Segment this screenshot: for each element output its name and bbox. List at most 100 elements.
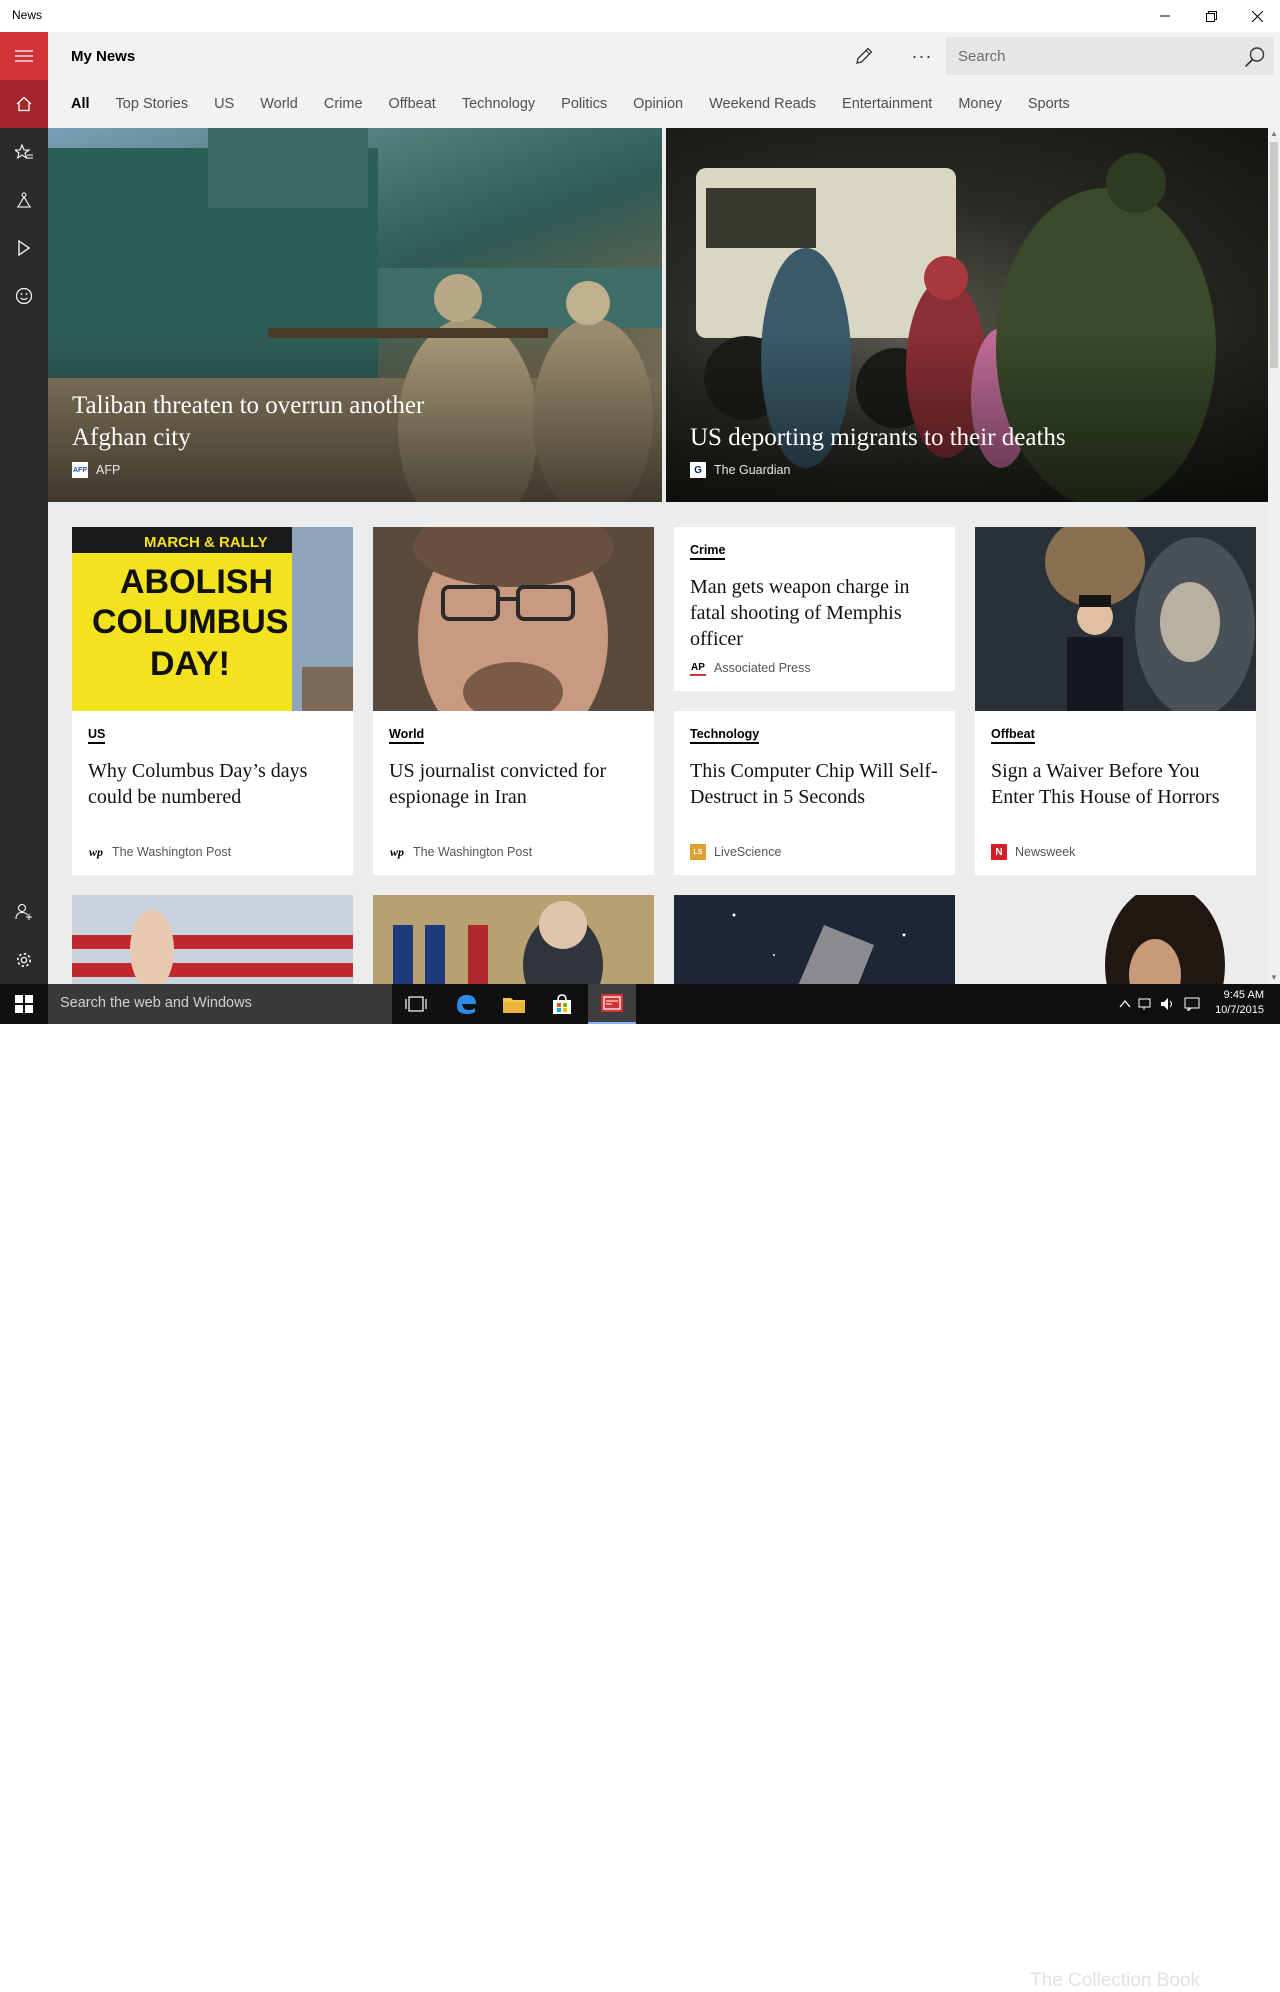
sidebar-item-interests[interactable] — [0, 128, 48, 176]
tab-sports[interactable]: Sports — [1028, 96, 1070, 118]
tab-technology[interactable]: Technology — [462, 96, 535, 118]
tab-crime[interactable]: Crime — [324, 96, 363, 118]
card-category[interactable]: US — [88, 727, 106, 744]
ap-logo-icon: AP — [690, 660, 706, 676]
news-card[interactable] — [72, 895, 353, 984]
search-box[interactable] — [946, 37, 1274, 75]
start-button[interactable] — [0, 984, 48, 1024]
card-image — [72, 910, 353, 984]
card-image — [1105, 895, 1225, 984]
tab-money[interactable]: Money — [958, 96, 1002, 118]
action-center-icon[interactable] — [1184, 997, 1200, 1011]
washington-post-logo-icon: wp — [389, 844, 404, 859]
sign-text: MARCH & RALLY — [144, 534, 268, 551]
card-body: US Why Columbus Day’s days could be numb… — [88, 725, 337, 810]
search-input[interactable] — [946, 37, 1236, 75]
card-headline[interactable]: US journalist convicted for espionage in… — [389, 758, 638, 810]
tab-opinion[interactable]: Opinion — [633, 96, 683, 118]
favorites-icon — [15, 144, 33, 160]
watermark-text: The Collection Book — [1030, 1970, 1201, 1991]
clock[interactable]: 9:45 AM 10/7/2015 — [1215, 988, 1264, 1018]
card-category[interactable]: World — [389, 727, 425, 744]
card-body: Offbeat Sign a Waiver Before You Enter T… — [991, 725, 1240, 810]
feedback-icon — [15, 287, 33, 305]
store-button[interactable] — [538, 984, 586, 1024]
card-source: wp The Washington Post — [389, 844, 532, 860]
video-icon — [18, 240, 31, 256]
sidebar-item-sign-in[interactable] — [0, 888, 48, 936]
card-headline[interactable]: This Computer Chip Will Self-Destruct in… — [690, 758, 939, 810]
hero-headline[interactable]: US deporting migrants to their deaths — [690, 422, 1230, 454]
scroll-down-arrow-icon[interactable]: ▼ — [1268, 972, 1280, 984]
tab-offbeat[interactable]: Offbeat — [389, 96, 436, 118]
hero-story[interactable]: Taliban threaten to overrun another Afgh… — [48, 128, 662, 502]
close-button[interactable] — [1234, 0, 1280, 32]
network-icon[interactable] — [1138, 997, 1154, 1011]
edge-button[interactable] — [442, 984, 490, 1024]
hero-headline[interactable]: Taliban threaten to overrun another Afgh… — [72, 390, 492, 454]
restore-icon — [1205, 10, 1217, 22]
minimize-button[interactable] — [1142, 0, 1188, 32]
card-category[interactable]: Offbeat — [991, 727, 1035, 744]
news-card[interactable]: World US journalist convicted for espion… — [373, 527, 654, 875]
hamburger-menu-button[interactable] — [0, 32, 48, 80]
sidebar-item-home[interactable] — [0, 80, 48, 128]
tab-entertainment[interactable]: Entertainment — [842, 96, 932, 118]
sidebar-item-local[interactable] — [0, 176, 48, 224]
sidebar-item-video[interactable] — [0, 224, 48, 272]
windows-logo-icon — [15, 995, 33, 1013]
tab-us[interactable]: US — [214, 96, 234, 118]
svg-text:ABOLISH: ABOLISH — [120, 563, 273, 601]
category-tabs: All Top Stories US World Crime Offbeat T… — [71, 96, 1096, 118]
taskbar-search-text[interactable]: Search the web and Windows — [60, 995, 252, 1011]
card-category[interactable]: Technology — [690, 727, 760, 744]
store-icon — [553, 994, 571, 1014]
card-headline[interactable]: Man gets weapon charge in fatal shooting… — [690, 574, 939, 652]
task-view-icon — [405, 996, 427, 1012]
news-app-button[interactable] — [588, 984, 636, 1024]
tab-all[interactable]: All — [71, 96, 90, 118]
news-card[interactable]: Technology This Computer Chip Will Self-… — [674, 711, 955, 875]
newsweek-logo-icon: N — [991, 844, 1007, 860]
settings-icon — [17, 953, 31, 967]
card-body: Technology This Computer Chip Will Self-… — [690, 725, 939, 810]
task-view-button[interactable] — [392, 984, 440, 1024]
edit-button[interactable] — [848, 42, 880, 70]
news-card[interactable] — [975, 895, 1256, 984]
news-card[interactable]: Offbeat Sign a Waiver Before You Enter T… — [975, 527, 1256, 875]
scroll-thumb[interactable] — [1270, 142, 1278, 368]
hero-story[interactable]: US deporting migrants to their deaths G … — [666, 128, 1268, 502]
restore-button[interactable] — [1188, 0, 1234, 32]
volume-icon[interactable] — [1160, 997, 1176, 1011]
sidebar-item-settings[interactable] — [0, 936, 48, 984]
taskbar-search-box[interactable]: Search the web and Windows — [48, 984, 392, 1024]
card-image — [373, 527, 654, 711]
news-card[interactable]: Crime Man gets weapon charge in fatal sh… — [674, 527, 955, 691]
card-body: World US journalist convicted for espion… — [389, 725, 638, 810]
news-card[interactable]: MARCH & RALLY ABOLISH COLUMBUS DAY! US W… — [72, 527, 353, 875]
card-source-name: Associated Press — [714, 661, 811, 675]
tab-politics[interactable]: Politics — [561, 96, 607, 118]
card-category[interactable]: Crime — [690, 543, 726, 560]
vertical-scrollbar[interactable]: ▲ ▼ — [1268, 128, 1280, 984]
tab-world[interactable]: World — [260, 96, 298, 118]
sidebar — [0, 32, 48, 984]
livescience-logo-icon: LS — [690, 844, 706, 860]
sidebar-item-feedback[interactable] — [0, 272, 48, 320]
news-card[interactable] — [674, 895, 955, 984]
file-explorer-button[interactable] — [490, 984, 538, 1024]
hero-source-name: The Guardian — [714, 463, 791, 477]
show-hidden-icons-icon[interactable] — [1118, 997, 1132, 1011]
more-options-button[interactable]: ··· — [906, 42, 938, 70]
card-headline[interactable]: Why Columbus Day’s days could be numbere… — [88, 758, 337, 810]
hero-source: AFP AFP — [72, 462, 120, 478]
tab-top-stories[interactable]: Top Stories — [116, 96, 189, 118]
home-icon — [16, 96, 32, 112]
hero-source-name: AFP — [96, 463, 121, 477]
card-source: N Newsweek — [991, 844, 1075, 860]
search-icon[interactable] — [1244, 46, 1266, 68]
tab-weekend-reads[interactable]: Weekend Reads — [709, 96, 816, 118]
news-card[interactable] — [373, 895, 654, 984]
card-headline[interactable]: Sign a Waiver Before You Enter This Hous… — [991, 758, 1240, 810]
scroll-up-arrow-icon[interactable]: ▲ — [1268, 128, 1280, 140]
